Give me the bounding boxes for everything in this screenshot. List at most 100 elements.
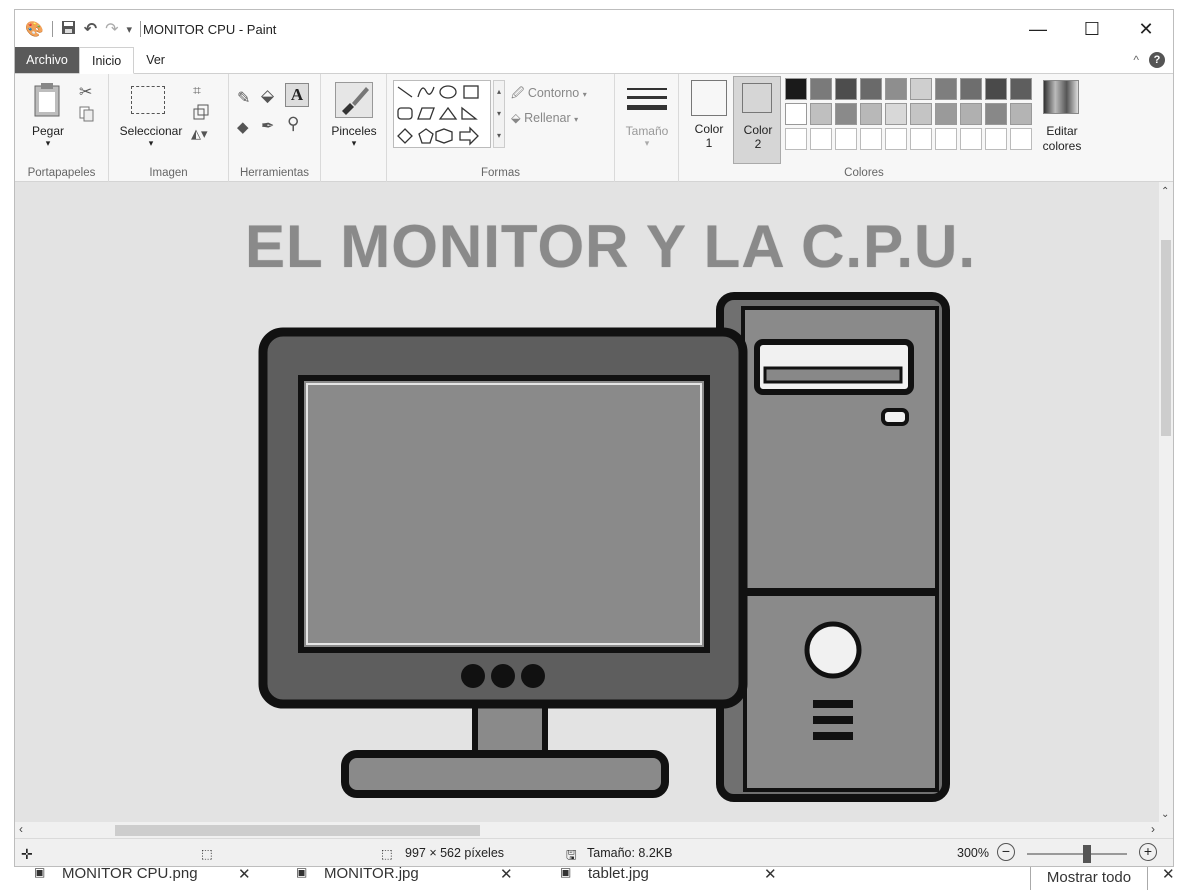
palette-swatch[interactable] xyxy=(885,128,907,150)
download-item-2[interactable]: MONITOR.jpg xyxy=(324,867,419,882)
palette-swatch[interactable] xyxy=(860,128,882,150)
close-icon[interactable]: ✕ xyxy=(500,867,513,883)
palette-swatch[interactable] xyxy=(910,128,932,150)
zoom-slider-thumb[interactable] xyxy=(1083,845,1091,863)
select-icon[interactable] xyxy=(131,86,165,114)
zoom-slider-track[interactable] xyxy=(1027,853,1127,855)
palette-swatch[interactable] xyxy=(985,78,1007,100)
select-dropdown-icon[interactable]: ▾ xyxy=(113,138,189,149)
palette-swatch[interactable] xyxy=(860,78,882,100)
palette-swatch[interactable] xyxy=(785,128,807,150)
group-herramientas: ✎ ⬙ A ◆ ✒ ⚲ Herramientas xyxy=(229,74,321,182)
size-lines-icon[interactable] xyxy=(627,82,667,127)
fill-bucket-icon[interactable]: ⬙ xyxy=(261,86,274,106)
text-tool-icon[interactable]: A xyxy=(285,83,309,107)
horizontal-scrollbar[interactable]: ‹ › xyxy=(15,822,1173,838)
pencil-icon[interactable]: ✎ xyxy=(237,88,250,108)
shapes-gallery[interactable] xyxy=(393,80,491,148)
palette-swatch[interactable] xyxy=(1010,103,1032,125)
edit-colors-icon[interactable] xyxy=(1043,80,1079,114)
color1-button[interactable]: Color 1 xyxy=(689,78,729,160)
palette-swatch[interactable] xyxy=(835,78,857,100)
paint-app-icon[interactable]: 🎨 xyxy=(25,20,44,38)
customize-qat-icon[interactable]: ▾ xyxy=(127,23,133,36)
palette-swatch[interactable] xyxy=(935,103,957,125)
outline-button[interactable]: 🖉 Contorno ▾ xyxy=(511,84,587,105)
brushes-button[interactable]: Pinceles xyxy=(325,124,383,138)
palette-swatch[interactable] xyxy=(910,103,932,125)
minimize-button[interactable]: — xyxy=(1011,10,1065,48)
group-label-colores: Colores xyxy=(844,167,884,179)
help-icon[interactable]: ? xyxy=(1149,52,1165,68)
paste-icon[interactable] xyxy=(33,82,61,123)
eraser-icon[interactable]: ◆ xyxy=(237,118,249,136)
vertical-scrollbar[interactable]: ⌃ ⌄ xyxy=(1159,182,1173,822)
palette-swatch[interactable] xyxy=(1010,78,1032,100)
brushes-dropdown-icon[interactable]: ▾ xyxy=(325,138,383,149)
scroll-right-icon[interactable]: › xyxy=(1151,822,1155,836)
tab-inicio[interactable]: Inicio xyxy=(79,47,135,74)
cut-icon[interactable]: ✂ xyxy=(79,82,92,102)
separator xyxy=(51,21,53,37)
download-item-1[interactable]: MONITOR CPU.png xyxy=(62,867,198,882)
copy-icon[interactable] xyxy=(79,106,95,127)
crop-icon[interactable]: ⌗ xyxy=(193,82,201,99)
magnifier-icon[interactable]: ⚲ xyxy=(287,114,299,134)
vertical-scroll-thumb[interactable] xyxy=(1161,240,1171,436)
palette-swatch[interactable] xyxy=(910,78,932,100)
palette-swatch[interactable] xyxy=(810,78,832,100)
close-icon[interactable]: ✕ xyxy=(238,867,251,883)
size-dropdown-icon[interactable]: ▾ xyxy=(617,138,677,149)
paste-dropdown-icon[interactable]: ▾ xyxy=(25,138,71,149)
tab-ver[interactable]: Ver xyxy=(134,47,177,73)
palette-swatch[interactable] xyxy=(785,78,807,100)
close-button[interactable]: ✕ xyxy=(1119,10,1173,48)
rotate-icon[interactable]: ◭▾ xyxy=(191,126,208,142)
palette-swatch[interactable] xyxy=(785,103,807,125)
paste-button[interactable]: Pegar xyxy=(25,124,71,138)
palette-swatch[interactable] xyxy=(960,78,982,100)
save-icon[interactable] xyxy=(61,20,76,38)
palette-swatch[interactable] xyxy=(985,103,1007,125)
zoom-in-icon[interactable]: + xyxy=(1139,843,1157,861)
palette-swatch[interactable] xyxy=(935,78,957,100)
color-picker-icon[interactable]: ✒ xyxy=(261,116,274,136)
color2-button[interactable]: Color 2 xyxy=(733,76,781,164)
scroll-up-icon[interactable]: ⌃ xyxy=(1161,186,1169,197)
palette-swatch[interactable] xyxy=(835,103,857,125)
horizontal-scroll-thumb[interactable] xyxy=(115,825,480,836)
selection-size-icon: ⬚ xyxy=(201,847,213,861)
tab-archivo[interactable]: Archivo xyxy=(15,47,79,73)
maximize-button[interactable]: ☐ xyxy=(1065,10,1119,48)
palette-swatch[interactable] xyxy=(985,128,1007,150)
size-button[interactable]: Tamaño xyxy=(617,124,677,138)
shapes-scroll[interactable]: ▴ ▾ ▾ xyxy=(493,80,505,148)
undo-icon[interactable]: ↶ xyxy=(84,19,97,39)
collapse-ribbon-icon[interactable]: ^ xyxy=(1133,53,1139,67)
zoom-out-icon[interactable]: − xyxy=(997,843,1015,861)
download-item-3[interactable]: tablet.jpg xyxy=(588,867,649,882)
close-icon[interactable]: ✕ xyxy=(764,867,777,883)
palette-swatch[interactable] xyxy=(810,103,832,125)
redo-icon[interactable]: ↷ xyxy=(105,19,118,39)
palette-swatch[interactable] xyxy=(885,78,907,100)
scroll-left-icon[interactable]: ‹ xyxy=(19,822,23,836)
fill-button[interactable]: ⬙ Rellenar ▾ xyxy=(511,110,578,125)
palette-swatch[interactable] xyxy=(1010,128,1032,150)
palette-swatch[interactable] xyxy=(960,103,982,125)
outline-icon: 🖉 xyxy=(511,86,525,100)
edit-colors-button[interactable]: Editar colores xyxy=(1031,124,1093,154)
close-icon[interactable]: ✕ xyxy=(1162,867,1175,883)
palette-swatch[interactable] xyxy=(835,128,857,150)
brush-icon[interactable] xyxy=(335,82,373,118)
palette-swatch[interactable] xyxy=(935,128,957,150)
palette-swatch[interactable] xyxy=(810,128,832,150)
palette-swatch[interactable] xyxy=(960,128,982,150)
palette-swatch[interactable] xyxy=(885,103,907,125)
show-all-button[interactable]: Mostrar todo xyxy=(1030,867,1148,890)
scroll-down-icon[interactable]: ⌄ xyxy=(1161,809,1169,820)
palette-swatch[interactable] xyxy=(860,103,882,125)
resize-icon[interactable] xyxy=(193,104,209,125)
select-button[interactable]: Seleccionar xyxy=(113,124,189,138)
canvas-area[interactable]: EL MONITOR Y LA C.P.U. xyxy=(15,182,1161,822)
